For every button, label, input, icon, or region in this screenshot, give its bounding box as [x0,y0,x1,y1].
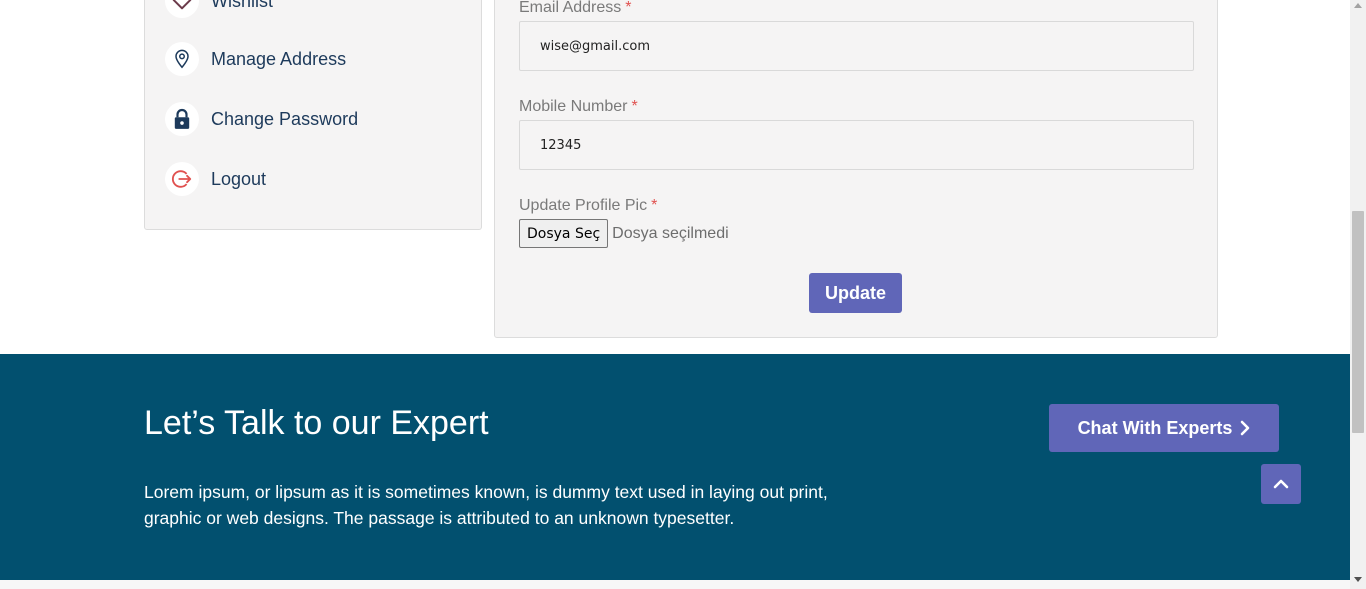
sidebar-item-manage-address[interactable]: Manage Address [165,39,346,79]
scroll-down-arrow-icon[interactable] [1354,577,1362,582]
sidebar-item-logout[interactable]: Logout [165,159,266,199]
heart-icon [165,0,199,18]
cta-title: Let’s Talk to our Expert [144,404,489,442]
mobile-label-text: Mobile Number [519,98,628,115]
scroll-to-top-button[interactable] [1261,464,1301,504]
cta-description: Lorem ipsum, or lipsum as it is sometime… [144,482,828,528]
chevron-up-icon [1273,479,1289,489]
sidebar-item-wishlist[interactable]: Wishlist [165,0,273,21]
lock-icon [165,102,199,136]
chat-button-label: Chat With Experts [1077,417,1233,438]
required-marker: * [631,98,638,115]
chat-with-experts-button[interactable]: Chat With Experts [1049,404,1279,452]
profile-pic-label-text: Update Profile Pic [519,197,648,214]
logout-icon [165,162,199,196]
profile-pic-label: Update Profile Pic * [519,197,657,215]
required-marker: * [651,197,658,214]
email-field[interactable] [519,21,1194,71]
update-button[interactable]: Update [809,273,902,313]
sidebar-item-change-password[interactable]: Change Password [165,99,358,139]
email-label-text: Email Address [519,0,622,16]
sidebar-item-label: Logout [211,168,267,189]
choose-file-button[interactable]: Dosya Seç [519,219,609,248]
sidebar-item-label: Wishlist [211,0,273,11]
chevron-right-icon [1241,420,1250,436]
profile-form: Email Address* Mobile Number* Update Pro… [494,0,1218,338]
required-marker: * [625,0,632,16]
sidebar-item-label: Manage Address [211,48,347,69]
expert-cta-section: Let’s Talk to our Expert Lorem ipsum, or… [0,354,1350,580]
email-label: Email Address * [519,0,632,17]
scrollbar-thumb[interactable] [1352,211,1364,433]
account-sidebar: Wishlist Manage Address Change Password … [144,0,482,230]
map-pin-icon [165,42,199,76]
sidebar-item-label: Change Password [211,108,359,129]
file-upload: Dosya Seç Dosya seçilmedi [519,219,729,248]
footer-strip [0,580,1350,589]
mobile-label: Mobile Number * [519,98,638,116]
scroll-up-arrow-icon[interactable] [1354,3,1362,8]
file-status-text: Dosya seçilmedi [612,224,729,242]
mobile-number-field[interactable] [519,120,1194,170]
page-scrollbar[interactable] [1350,0,1366,589]
